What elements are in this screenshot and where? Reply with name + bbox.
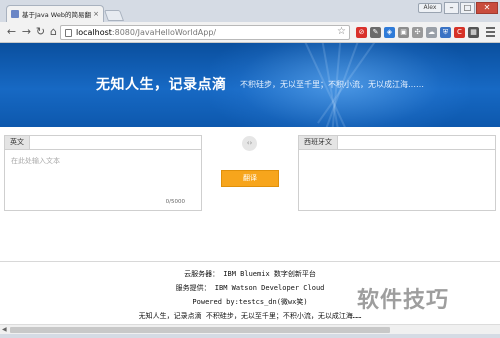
source-panel-header (5, 136, 201, 150)
header-banner: 无知人生，记录点滴 不积硅步，无以至千里；不积小流，无以成江海…… (0, 43, 500, 127)
address-bar[interactable]: localhost:8080/JavaHelloWorldApp/ ☆ (60, 25, 350, 40)
browser-tab[interactable]: 基于Java Web的简易翻 × (6, 5, 104, 22)
blue-extension-icon[interactable]: ◈ (384, 27, 395, 38)
watermark: 软件技巧 (357, 288, 450, 313)
cloud-extension-icon[interactable]: ☁ (426, 27, 437, 38)
url-host: localhost (76, 28, 112, 37)
home-icon[interactable]: ⌂ (47, 25, 60, 39)
url-path: :8080/JavaHelloWorldApp/ (111, 28, 217, 37)
reload-icon[interactable]: ↻ (34, 25, 47, 39)
user-profile-badge[interactable]: Alex (418, 3, 442, 13)
translation-output (299, 151, 495, 211)
window-close-button[interactable]: ✕ (476, 2, 498, 14)
red-c-extension-icon[interactable]: C (454, 27, 465, 38)
browser-toolbar: ← → ↻ ⌂ localhost:8080/JavaHelloWorldApp… (0, 22, 500, 43)
banner-slogan: 不积硅步，无以至千里；不积小流，无以成江海…… (240, 80, 424, 89)
tab-close-icon[interactable]: × (93, 10, 99, 18)
scrollbar-thumb[interactable] (10, 327, 390, 333)
bookmark-star-icon[interactable]: ☆ (337, 26, 346, 37)
banner-headline: 无知人生，记录点滴 (96, 77, 227, 93)
browser-titlebar: 基于Java Web的简易翻 × Alex – □ ✕ (0, 0, 500, 22)
browser-menu-icon[interactable] (486, 26, 495, 38)
source-text-panel: 英文 0/5000 (4, 135, 202, 211)
forward-arrow-icon[interactable]: → (20, 25, 33, 39)
stop-extension-icon[interactable]: ⊘ (356, 27, 367, 38)
minimize-button[interactable]: – (444, 2, 459, 14)
url-text: localhost:8080/JavaHelloWorldApp/ (76, 27, 216, 39)
target-text-panel: 西班牙文 (298, 135, 496, 211)
source-language-tab[interactable]: 英文 (5, 136, 30, 150)
page-favicon-icon (11, 10, 19, 18)
tools-extension-icon[interactable]: ✎ (370, 27, 381, 38)
dark-extension-icon[interactable]: ▦ (468, 27, 479, 38)
horizontal-scrollbar[interactable]: ◀ (0, 324, 500, 334)
character-counter: 0/5000 (165, 199, 185, 205)
swap-languages-icon[interactable]: ‹› (242, 136, 257, 151)
page-info-icon[interactable] (65, 29, 72, 37)
grey-extension-icon[interactable]: ▣ (398, 27, 409, 38)
shield-extension-icon[interactable]: ⛨ (440, 27, 451, 38)
puzzle-extension-icon[interactable]: ✣ (412, 27, 423, 38)
scroll-left-arrow-icon[interactable]: ◀ (2, 326, 7, 333)
translate-button[interactable]: 翻译 (221, 170, 279, 187)
target-language-tab[interactable]: 西班牙文 (299, 136, 338, 150)
maximize-button[interactable]: □ (460, 2, 475, 14)
back-arrow-icon[interactable]: ← (5, 25, 18, 39)
window-bottom-edge (0, 334, 500, 338)
footer-cloud-server: 云服务器： IBM Bluemix 数字创新平台 (184, 270, 316, 278)
new-tab-button[interactable] (103, 10, 125, 21)
tab-title: 基于Java Web的简易翻 (22, 11, 91, 19)
